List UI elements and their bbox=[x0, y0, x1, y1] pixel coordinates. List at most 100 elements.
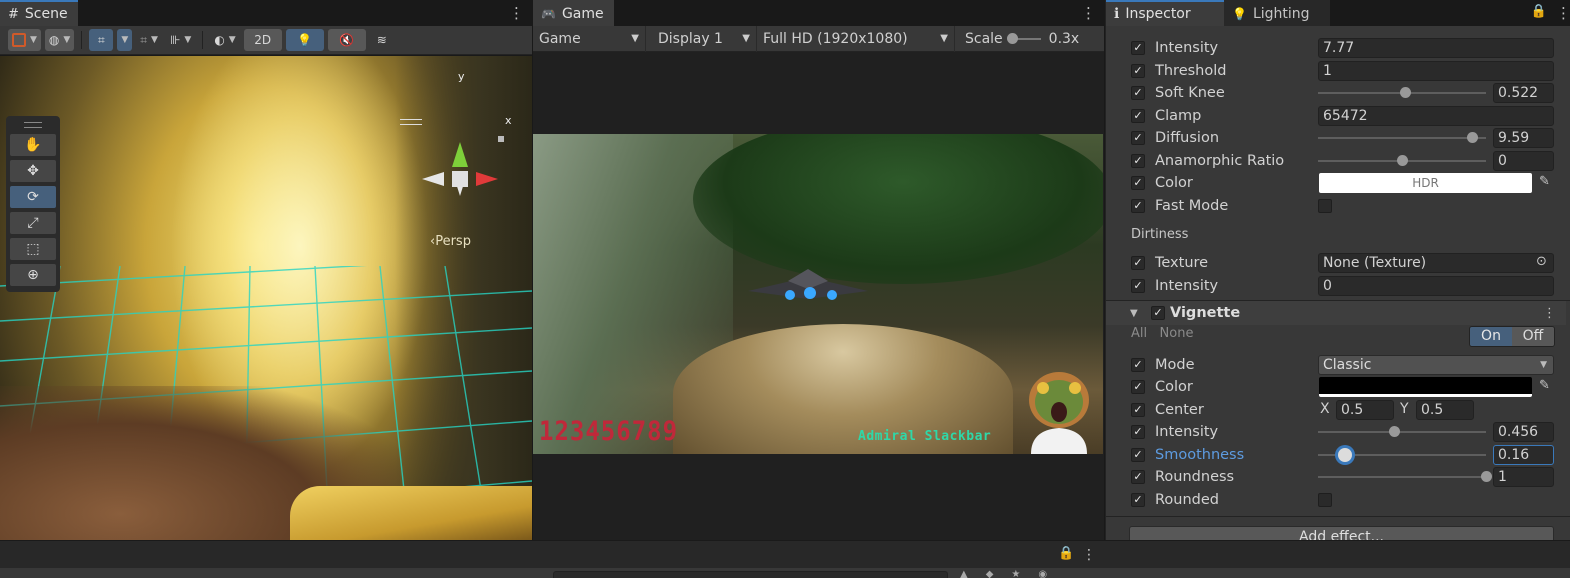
mode-dropdown[interactable]: Classic ▼ bbox=[1318, 355, 1554, 375]
grid-snap-dropdown[interactable]: ▼ bbox=[117, 29, 133, 51]
off-button[interactable]: Off bbox=[1512, 327, 1554, 346]
vignette-header[interactable]: ▼ ✓ Vignette ⋮ bbox=[1106, 301, 1566, 325]
display-select[interactable]: Display 1 ▼ bbox=[652, 25, 757, 52]
persp-label[interactable]: ‹Persp bbox=[430, 234, 471, 249]
label-icon[interactable]: ◆ bbox=[986, 569, 994, 578]
vignette-intensity-slider[interactable] bbox=[1318, 426, 1486, 437]
override-checkbox[interactable]: ✓ bbox=[1131, 86, 1145, 100]
soft-knee-field[interactable]: 0.522 bbox=[1493, 83, 1554, 103]
anamorphic-ratio-slider[interactable] bbox=[1318, 155, 1486, 166]
scale-tool[interactable]: ⤢ bbox=[10, 212, 56, 234]
audio-toggle-button[interactable]: 🔇 bbox=[327, 29, 366, 51]
eyedropper-icon[interactable]: ✎ bbox=[1539, 174, 1550, 189]
anamorphic-ratio-field[interactable]: 0 bbox=[1493, 151, 1554, 171]
tab-game[interactable]: 🎮 Game bbox=[533, 0, 614, 26]
override-checkbox[interactable]: ✓ bbox=[1131, 176, 1145, 190]
tools-drag-handle[interactable] bbox=[24, 122, 42, 128]
override-checkbox[interactable]: ✓ bbox=[1131, 470, 1145, 484]
bloom-color-swatch[interactable]: HDR bbox=[1319, 173, 1532, 193]
all-link[interactable]: All bbox=[1131, 326, 1147, 341]
shading-mode-button[interactable]: ◐ ▼ bbox=[210, 29, 239, 51]
vignette-intensity-field[interactable]: 0.456 bbox=[1493, 422, 1554, 442]
game-view-select[interactable]: Game ▼ bbox=[533, 25, 646, 52]
vignette-menu-icon[interactable]: ⋮ bbox=[1543, 306, 1556, 321]
inspector-menu-icon[interactable]: ⋮ bbox=[1556, 4, 1570, 22]
threshold-field[interactable]: 1 bbox=[1318, 61, 1554, 81]
lock-icon[interactable]: 🔒 bbox=[1531, 4, 1547, 19]
hand-tool[interactable]: ✋ bbox=[10, 134, 56, 156]
override-checkbox[interactable]: ✓ bbox=[1131, 109, 1145, 123]
texture-field[interactable]: None (Texture) bbox=[1318, 253, 1554, 273]
scale-slider-knob[interactable] bbox=[1006, 32, 1018, 44]
scene-viewport[interactable]: ✋ ✥ ⟳ ⤢ ⬚ ⊕ y x ‹Persp bbox=[0, 56, 532, 540]
diffusion-field[interactable]: 9.59 bbox=[1493, 128, 1554, 148]
tab-scene[interactable]: # Scene bbox=[0, 0, 78, 26]
slider-knob[interactable] bbox=[1337, 448, 1352, 462]
soft-knee-slider[interactable] bbox=[1318, 87, 1486, 98]
game-viewport[interactable]: 123456789 Admiral Slackbar bbox=[533, 134, 1103, 454]
clamp-field[interactable]: 65472 bbox=[1318, 106, 1554, 126]
game-menu-icon[interactable]: ⋮ bbox=[1081, 4, 1096, 22]
rounded-checkbox[interactable] bbox=[1318, 493, 1332, 507]
foldout-arrow-icon[interactable]: ▼ bbox=[1130, 308, 1138, 319]
intensity-field[interactable]: 7.77 bbox=[1318, 38, 1554, 58]
slider-knob[interactable] bbox=[1467, 132, 1479, 143]
slider-knob[interactable] bbox=[1400, 87, 1412, 98]
vignette-color-swatch[interactable] bbox=[1319, 377, 1532, 397]
rect-tool[interactable]: ⬚ bbox=[10, 238, 56, 260]
override-checkbox[interactable]: ✓ bbox=[1131, 425, 1145, 439]
smoothness-slider[interactable] bbox=[1318, 448, 1486, 462]
object-picker-icon[interactable]: ⊙ bbox=[1536, 254, 1547, 269]
override-checkbox[interactable]: ✓ bbox=[1131, 199, 1145, 213]
dirt-intensity-field[interactable]: 0 bbox=[1318, 276, 1554, 296]
scale-slider[interactable] bbox=[1006, 32, 1041, 44]
slider-knob[interactable] bbox=[1389, 426, 1401, 437]
search-input[interactable] bbox=[553, 571, 948, 578]
effects-button[interactable]: ≋ bbox=[370, 29, 394, 51]
scene-menu-icon[interactable]: ⋮ bbox=[509, 4, 524, 22]
globe-button[interactable]: ◍ ▼ bbox=[44, 29, 75, 51]
fast-mode-checkbox[interactable] bbox=[1318, 199, 1332, 213]
lock-icon[interactable]: 🔒 bbox=[1058, 546, 1074, 561]
vignette-enabled-checkbox[interactable]: ✓ bbox=[1151, 306, 1165, 320]
increment-snap-button[interactable]: ⌗ ▼ bbox=[136, 29, 162, 51]
transform-tool[interactable]: ⊕ bbox=[10, 264, 56, 286]
filter-icon[interactable]: ▲ bbox=[960, 569, 968, 578]
override-checkbox[interactable]: ✓ bbox=[1131, 154, 1145, 168]
rotate-tool[interactable]: ⟳ bbox=[10, 186, 56, 208]
slider-knob[interactable] bbox=[1396, 155, 1408, 166]
roundness-slider[interactable] bbox=[1318, 471, 1492, 482]
slider-knob[interactable] bbox=[1480, 471, 1492, 482]
override-checkbox[interactable]: ✓ bbox=[1131, 64, 1145, 78]
diffusion-slider[interactable] bbox=[1318, 132, 1486, 143]
center-y-field[interactable]: 0.5 bbox=[1416, 400, 1474, 420]
tab-lighting[interactable]: 💡 Lighting bbox=[1224, 0, 1330, 26]
override-checkbox[interactable]: ✓ bbox=[1131, 279, 1145, 293]
override-checkbox[interactable]: ✓ bbox=[1131, 131, 1145, 145]
toggle-2d-button[interactable]: 2D bbox=[243, 29, 282, 51]
gizmo-drag-handle[interactable] bbox=[400, 119, 422, 125]
grid-snap-button[interactable]: ⌗ bbox=[89, 29, 114, 51]
visibility-icon[interactable]: ◉ bbox=[1038, 569, 1047, 578]
lighting-toggle-button[interactable]: 💡 bbox=[285, 29, 324, 51]
on-button[interactable]: On bbox=[1470, 327, 1512, 346]
draw-mode-button[interactable]: ▼ bbox=[8, 29, 41, 51]
override-checkbox[interactable]: ✓ bbox=[1131, 493, 1145, 507]
none-link[interactable]: None bbox=[1160, 326, 1194, 341]
star-icon[interactable]: ★ bbox=[1011, 569, 1020, 578]
smoothness-field[interactable]: 0.16 bbox=[1493, 445, 1554, 465]
resolution-select[interactable]: Full HD (1920x1080) ▼ bbox=[757, 25, 955, 52]
bottom-menu-icon[interactable]: ⋮ bbox=[1082, 547, 1096, 563]
override-checkbox[interactable]: ✓ bbox=[1131, 448, 1145, 462]
tab-inspector[interactable]: ℹ Inspector bbox=[1106, 0, 1224, 26]
roundness-field[interactable]: 1 bbox=[1493, 467, 1554, 487]
orientation-gizmo[interactable] bbox=[420, 122, 520, 222]
override-checkbox[interactable]: ✓ bbox=[1131, 358, 1145, 372]
override-checkbox[interactable]: ✓ bbox=[1131, 256, 1145, 270]
ruler-button[interactable]: ⊪ ▼ bbox=[166, 29, 195, 51]
move-tool[interactable]: ✥ bbox=[10, 160, 56, 182]
override-checkbox[interactable]: ✓ bbox=[1131, 380, 1145, 394]
override-checkbox[interactable]: ✓ bbox=[1131, 41, 1145, 55]
eyedropper-icon[interactable]: ✎ bbox=[1539, 378, 1550, 393]
override-checkbox[interactable]: ✓ bbox=[1131, 403, 1145, 417]
